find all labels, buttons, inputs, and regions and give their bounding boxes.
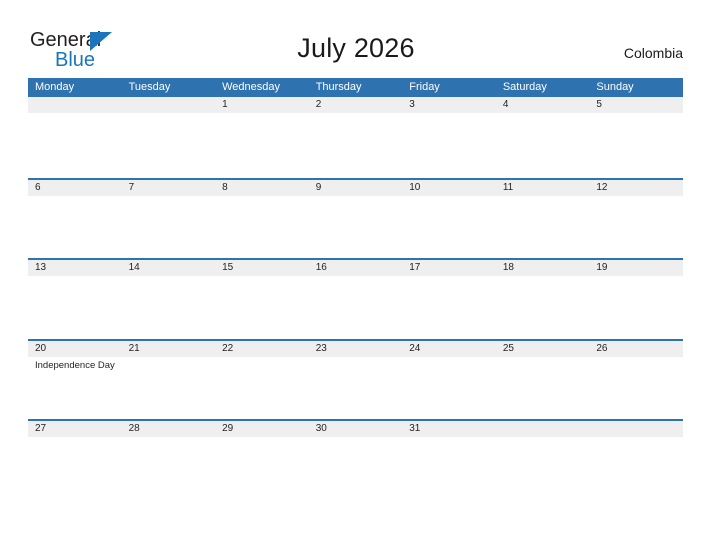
day-events-cell — [402, 113, 496, 116]
day-events-cell — [215, 357, 309, 372]
day-number[interactable]: 21 — [122, 341, 216, 357]
weekday-header-wednesday: Wednesday — [222, 81, 281, 93]
day-number[interactable]: 3 — [402, 97, 496, 113]
calendar-week-row: 1 2 3 4 5 — [28, 97, 683, 178]
day-number[interactable]: 13 — [28, 260, 122, 276]
day-events-cell — [496, 357, 590, 372]
week-events-band — [28, 437, 683, 440]
calendar-grid: Monday Tuesday Wednesday Thursday Friday… — [28, 78, 683, 500]
day-events-cell — [122, 196, 216, 199]
day-events-cell — [402, 276, 496, 279]
day-number[interactable]: 11 — [496, 180, 590, 196]
day-number[interactable]: 14 — [122, 260, 216, 276]
day-events-cell — [28, 113, 122, 116]
day-events-cell — [215, 437, 309, 440]
day-number[interactable]: 31 — [402, 421, 496, 437]
day-number[interactable]: 12 — [589, 180, 683, 196]
day-number[interactable] — [496, 421, 590, 437]
day-number[interactable]: 22 — [215, 341, 309, 357]
calendar-week-row: 27 28 29 30 31 — [28, 419, 683, 500]
day-events-cell — [215, 196, 309, 199]
week-day-number-band: 27 28 29 30 31 — [28, 421, 683, 437]
day-events-cell — [402, 437, 496, 440]
week-day-number-band: 1 2 3 4 5 — [28, 97, 683, 113]
calendar-week-row: 20 21 22 23 24 25 26 Independence Day — [28, 338, 683, 419]
day-number[interactable]: 10 — [402, 180, 496, 196]
day-number[interactable]: 29 — [215, 421, 309, 437]
page-title: July 2026 — [297, 33, 415, 63]
day-number[interactable]: 2 — [309, 97, 403, 113]
day-number[interactable]: 5 — [589, 97, 683, 113]
day-events-cell — [309, 276, 403, 279]
week-events-band: Independence Day — [28, 357, 683, 372]
day-number[interactable]: 16 — [309, 260, 403, 276]
calendar-week-row: 13 14 15 16 17 18 19 — [28, 258, 683, 339]
day-number[interactable]: 30 — [309, 421, 403, 437]
day-events-cell — [122, 357, 216, 372]
day-number[interactable]: 17 — [402, 260, 496, 276]
country-label: Colombia — [623, 45, 683, 61]
day-events-cell — [309, 437, 403, 440]
calendar-week-row: 6 7 8 9 10 11 12 — [28, 177, 683, 258]
day-number[interactable]: 20 — [28, 341, 122, 357]
page-header: General Blue July 2026 Colombia — [0, 0, 712, 78]
day-events-cell — [309, 357, 403, 372]
weekday-header-row: Monday Tuesday Wednesday Thursday Friday… — [28, 78, 683, 97]
day-events-cell — [215, 276, 309, 279]
day-number[interactable] — [122, 97, 216, 113]
day-number[interactable]: 9 — [309, 180, 403, 196]
day-events-cell: Independence Day — [28, 357, 122, 372]
day-number[interactable]: 24 — [402, 341, 496, 357]
day-events-cell — [402, 357, 496, 372]
day-events-cell — [28, 276, 122, 279]
day-number[interactable]: 15 — [215, 260, 309, 276]
day-number[interactable]: 18 — [496, 260, 590, 276]
day-number[interactable]: 4 — [496, 97, 590, 113]
day-number[interactable]: 19 — [589, 260, 683, 276]
week-events-band — [28, 113, 683, 116]
day-events-cell — [589, 113, 683, 116]
day-events-cell — [589, 196, 683, 199]
day-number[interactable]: 23 — [309, 341, 403, 357]
day-events-cell — [122, 437, 216, 440]
week-day-number-band: 13 14 15 16 17 18 19 — [28, 260, 683, 276]
day-number[interactable]: 27 — [28, 421, 122, 437]
day-events-cell — [122, 276, 216, 279]
day-events-cell — [589, 437, 683, 440]
weekday-header-friday: Friday — [409, 81, 440, 93]
day-events-cell — [589, 357, 683, 372]
weekday-header-tuesday: Tuesday — [128, 81, 171, 93]
day-number[interactable]: 26 — [589, 341, 683, 357]
day-events-cell — [309, 113, 403, 116]
day-events-cell — [402, 196, 496, 199]
week-day-number-band: 6 7 8 9 10 11 12 — [28, 179, 683, 196]
weekday-header-thursday: Thursday — [315, 81, 362, 93]
week-events-band — [28, 196, 683, 199]
week-events-band — [28, 276, 683, 279]
day-number[interactable] — [28, 97, 122, 113]
day-number[interactable]: 8 — [215, 180, 309, 196]
day-events-cell — [122, 113, 216, 116]
day-events-cell — [496, 196, 590, 199]
weekday-header-monday: Monday — [35, 81, 75, 93]
day-events-cell — [215, 113, 309, 116]
day-event-label: Independence Day — [35, 359, 115, 371]
weekday-header-saturday: Saturday — [502, 81, 547, 93]
day-number[interactable]: 1 — [215, 97, 309, 113]
day-events-cell — [496, 276, 590, 279]
week-day-number-band: 20 21 22 23 24 25 26 — [28, 340, 683, 357]
day-events-cell — [496, 113, 590, 116]
day-events-cell — [496, 437, 590, 440]
day-events-cell — [28, 437, 122, 440]
day-events-cell — [309, 196, 403, 199]
day-number[interactable] — [589, 421, 683, 437]
day-number[interactable]: 6 — [28, 180, 122, 196]
day-number[interactable]: 25 — [496, 341, 590, 357]
day-events-cell — [589, 276, 683, 279]
day-events-cell — [28, 196, 122, 199]
day-number[interactable]: 28 — [122, 421, 216, 437]
day-number[interactable]: 7 — [122, 180, 216, 196]
weekday-header-sunday: Sunday — [596, 81, 634, 93]
